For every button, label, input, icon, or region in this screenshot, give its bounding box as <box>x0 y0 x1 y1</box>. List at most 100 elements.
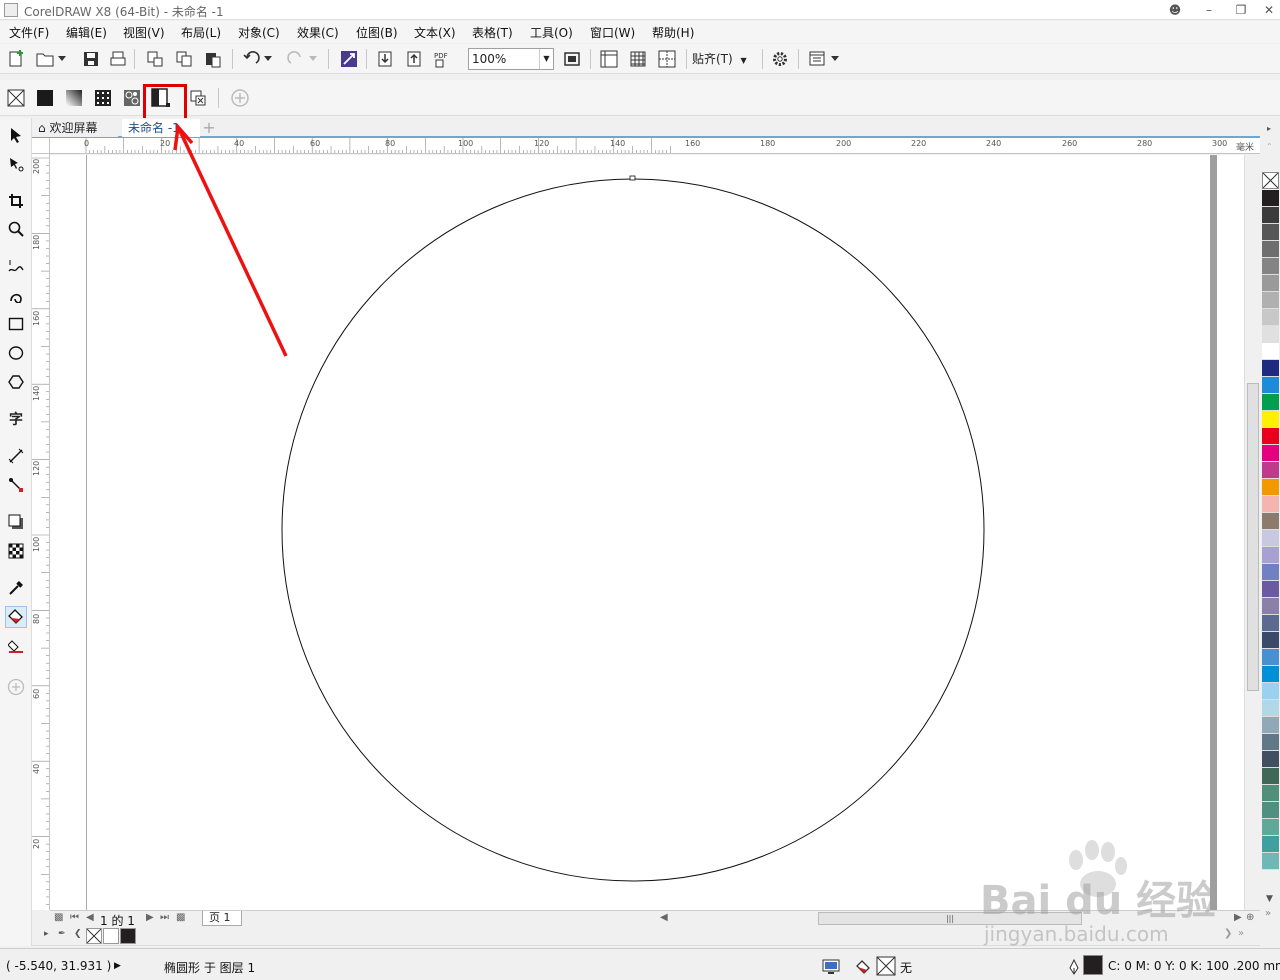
scroll-right-icon[interactable]: ▶ <box>1234 912 1242 923</box>
menu-bitmap[interactable]: 位图(B) <box>356 24 398 41</box>
palette-swatch[interactable] <box>1262 853 1279 870</box>
shape-tool-icon[interactable] <box>5 153 27 175</box>
next-page-icon[interactable]: ▶ <box>146 912 154 923</box>
connector-tool-icon[interactable] <box>5 474 27 496</box>
palette-swatch[interactable] <box>1262 326 1279 343</box>
new-document-icon[interactable] <box>5 48 27 70</box>
transparency-tool-icon[interactable] <box>5 540 27 562</box>
palette-swatch[interactable] <box>1262 343 1279 360</box>
drop-shadow-icon[interactable] <box>5 511 27 533</box>
uniform-fill-icon[interactable] <box>34 87 56 109</box>
zoom-level-select[interactable]: 100% ▼ <box>468 48 554 70</box>
palette-swatch[interactable] <box>1262 649 1279 666</box>
palette-swatch[interactable] <box>1262 462 1279 479</box>
paste-icon[interactable] <box>202 48 224 70</box>
zoom-tool-icon[interactable] <box>5 218 27 240</box>
palette-swatch[interactable] <box>1262 700 1279 717</box>
palette-swatch[interactable] <box>1262 530 1279 547</box>
palette-swatch[interactable] <box>1262 785 1279 802</box>
no-color-swatch[interactable] <box>86 928 102 944</box>
no-fill-swatch[interactable] <box>1262 172 1279 189</box>
add-toolbar-item-icon[interactable] <box>229 87 251 109</box>
horizontal-scroll-thumb[interactable]: ||| <box>818 912 1082 925</box>
palette-swatch[interactable] <box>1262 768 1279 785</box>
ruler-origin[interactable] <box>32 138 50 154</box>
palette-swatch[interactable] <box>1262 751 1279 768</box>
menu-edit[interactable]: 编辑(E) <box>66 24 107 41</box>
palette-swatch[interactable] <box>1262 207 1279 224</box>
export-icon[interactable] <box>403 48 425 70</box>
redo-dropdown-icon[interactable] <box>306 48 320 70</box>
bitmap-pattern-fill-icon[interactable] <box>121 87 143 109</box>
polygon-tool-icon[interactable] <box>5 371 27 393</box>
print-icon[interactable] <box>107 48 129 70</box>
eyedropper-icon[interactable]: ✒ <box>58 929 66 939</box>
open-folder-icon[interactable] <box>34 48 56 70</box>
palette-swatch[interactable] <box>1262 377 1279 394</box>
palette-menu-icon[interactable]: ▸ <box>1267 124 1271 133</box>
black-swatch[interactable] <box>120 928 136 944</box>
palette-swatch[interactable] <box>1262 190 1279 207</box>
palette-swatch[interactable] <box>1262 734 1279 751</box>
palette-scroll-left-icon[interactable]: ❮ <box>74 929 82 939</box>
vertical-scrollbar[interactable] <box>1244 155 1260 910</box>
menu-view[interactable]: 视图(V) <box>123 24 165 41</box>
show-guidelines-icon[interactable] <box>656 48 678 70</box>
application-launcher-icon[interactable] <box>806 48 828 70</box>
tab-welcome-screen[interactable]: ⌂ 欢迎屏幕 <box>32 119 118 137</box>
freehand-tool-icon[interactable] <box>5 255 27 277</box>
palette-swatch[interactable] <box>1262 717 1279 734</box>
horizontal-ruler[interactable]: 0 20 40 60 80 100 120 140 160 180 200 22… <box>50 138 1260 154</box>
text-tool-icon[interactable]: 字 <box>5 408 27 430</box>
palette-swatch[interactable] <box>1262 394 1279 411</box>
fountain-fill-icon[interactable] <box>63 87 85 109</box>
crop-tool-icon[interactable] <box>5 190 27 212</box>
menu-effects[interactable]: 效果(C) <box>297 24 339 41</box>
eyedropper-tool-icon[interactable] <box>5 577 27 599</box>
palette-swatch[interactable] <box>1262 683 1279 700</box>
interactive-fill-icon[interactable] <box>5 606 27 628</box>
palette-swatch[interactable] <box>1262 292 1279 309</box>
palette-options-icon[interactable]: ▸ <box>44 929 49 939</box>
rectangle-tool-icon[interactable] <box>5 313 27 335</box>
menu-window[interactable]: 窗口(W) <box>590 24 635 41</box>
palette-swatch[interactable] <box>1262 598 1279 615</box>
zoom-navigator-icon[interactable]: ⊕ <box>1246 912 1254 923</box>
palette-swatch[interactable] <box>1262 428 1279 445</box>
menu-object[interactable]: 对象(C) <box>238 24 280 41</box>
palette-swatch[interactable] <box>1262 564 1279 581</box>
vertical-ruler[interactable]: 200 180 160 140 120 100 80 60 40 20 <box>32 154 50 910</box>
minimize-button[interactable]: – <box>1192 0 1226 20</box>
palette-swatch[interactable] <box>1262 258 1279 275</box>
status-expand-icon[interactable]: ▶ <box>114 961 121 971</box>
ellipse-shape[interactable] <box>281 178 985 882</box>
palette-expand-icon[interactable]: » <box>1265 908 1271 919</box>
add-page-before-icon[interactable]: ▩ <box>54 912 63 923</box>
full-screen-preview-icon[interactable] <box>561 48 583 70</box>
snap-to-button[interactable]: 贴齐(T) ▼ <box>692 50 747 67</box>
palette-swatch[interactable] <box>1262 666 1279 683</box>
palette-expand-icon[interactable]: » <box>1238 928 1244 939</box>
palette-swatch[interactable] <box>1262 360 1279 377</box>
palette-swatch[interactable] <box>1262 632 1279 649</box>
palette-swatch[interactable] <box>1262 615 1279 632</box>
palette-swatch[interactable] <box>1262 581 1279 598</box>
palette-swatch[interactable] <box>1262 479 1279 496</box>
page-tab[interactable]: 页 1 <box>202 911 242 926</box>
undo-icon[interactable] <box>240 48 262 70</box>
previous-page-icon[interactable]: ◀ <box>86 912 94 923</box>
palette-swatch[interactable] <box>1262 275 1279 292</box>
launcher-dropdown-icon[interactable] <box>828 48 842 70</box>
account-icon[interactable]: ☻ <box>1158 0 1192 20</box>
menu-file[interactable]: 文件(F) <box>9 24 49 41</box>
palette-scroll-right-icon[interactable]: ❯ <box>1224 928 1232 939</box>
ellipse-tool-icon[interactable] <box>5 342 27 364</box>
last-page-icon[interactable]: ⏭ <box>160 912 169 923</box>
palette-swatch[interactable] <box>1262 513 1279 530</box>
menu-help[interactable]: 帮助(H) <box>652 24 694 41</box>
ellipse-node-handle[interactable] <box>629 175 636 181</box>
cut-icon[interactable] <box>144 48 166 70</box>
publish-pdf-icon[interactable]: PDF <box>432 48 454 70</box>
close-button[interactable]: ✕ <box>1252 0 1280 20</box>
palette-swatch[interactable] <box>1262 445 1279 462</box>
